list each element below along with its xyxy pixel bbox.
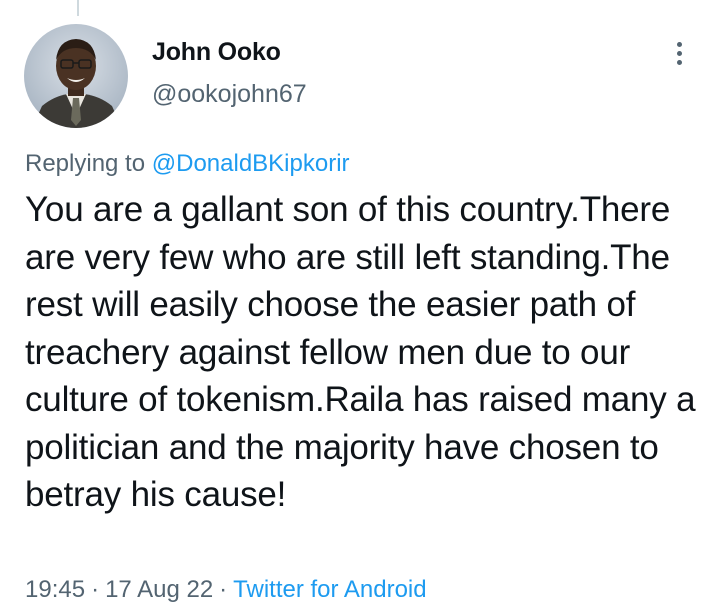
avatar[interactable]: [24, 24, 128, 128]
more-vertical-icon: [676, 41, 682, 47]
replying-to-line: Replying to @DonaldBKipkorir: [25, 150, 350, 178]
thread-connector-line: [77, 0, 79, 16]
tweet-text: You are a gallant son of this country.Th…: [25, 190, 696, 514]
tweet-time[interactable]: 19:45: [25, 576, 85, 603]
user-handle[interactable]: @ookojohn67: [152, 80, 307, 109]
tweet-meta: 19:45 · 17 Aug 22 · Twitter for Android: [25, 576, 427, 604]
user-display-name[interactable]: John Ooko: [152, 38, 281, 67]
replying-to-label: Replying to: [25, 150, 146, 177]
reply-mention-link[interactable]: @DonaldBKipkorir: [152, 150, 350, 177]
tweet-source-link[interactable]: Twitter for Android: [233, 576, 426, 603]
more-vertical-icon-dot: [676, 59, 682, 65]
tweet-date[interactable]: 17 Aug 22: [105, 576, 213, 603]
meta-separator: ·: [219, 576, 228, 603]
more-options-button[interactable]: [664, 36, 694, 70]
meta-separator: ·: [91, 576, 100, 603]
more-vertical-icon-dot: [676, 50, 682, 56]
avatar-photo: [32, 39, 122, 128]
